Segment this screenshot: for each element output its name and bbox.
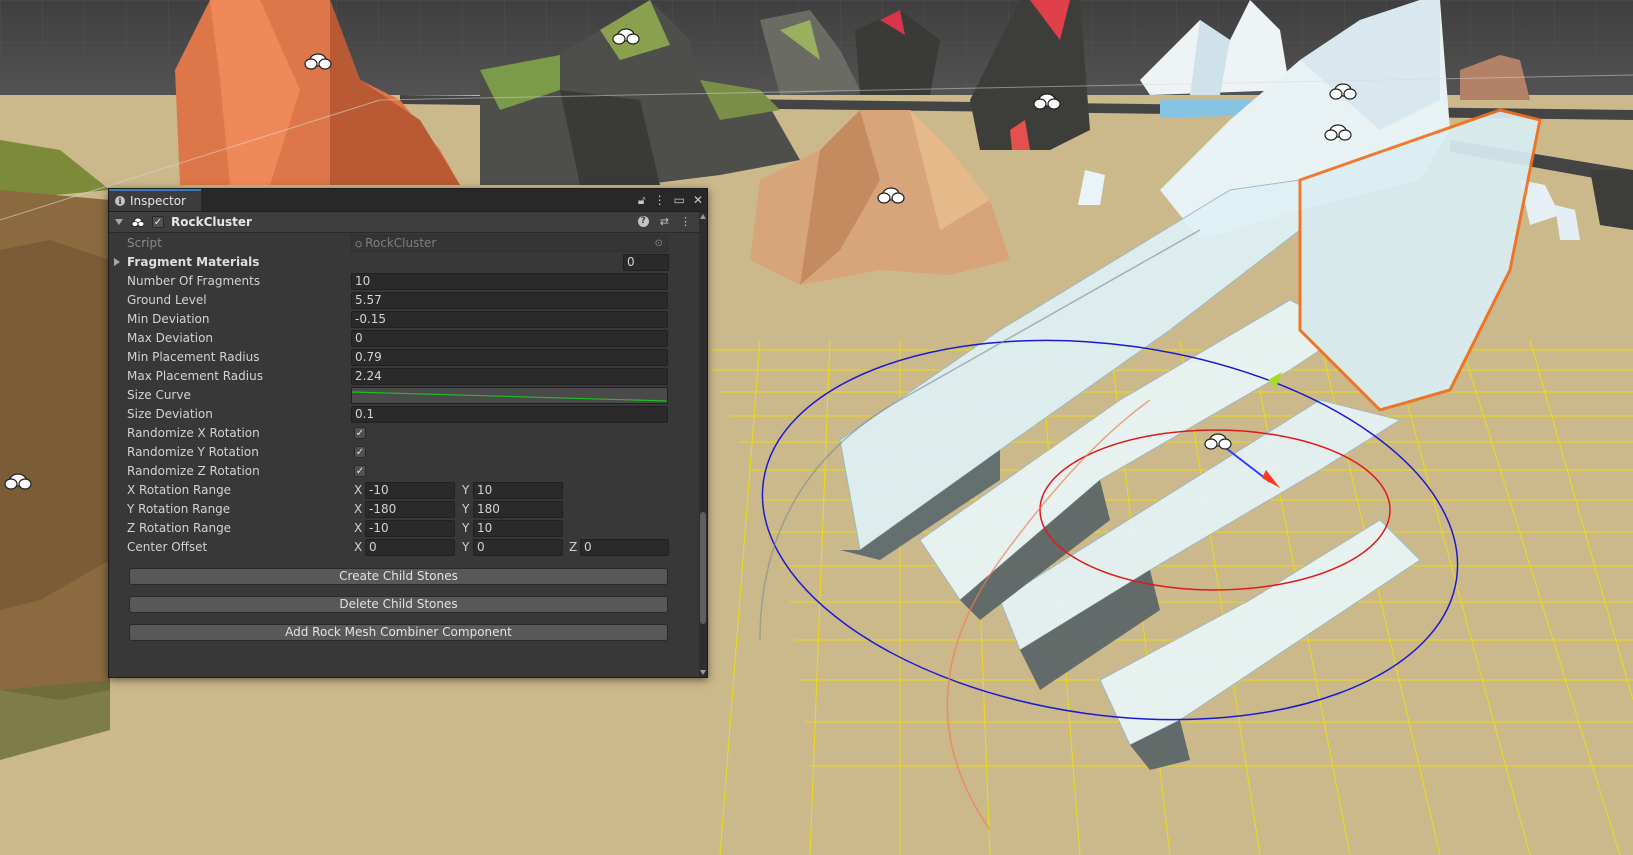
y-axis-label: Y [462,483,470,497]
rock-cluster-component-icon [131,217,145,227]
randomize-z-label: Randomize Z Rotation [127,464,260,478]
object-picker-icon[interactable]: ⊙ [655,236,663,251]
x-rotation-max-field[interactable]: 10 [473,482,563,499]
min-placement-radius-field[interactable]: 0.79 [351,349,668,366]
tab-inspector[interactable]: i Inspector [109,189,201,211]
foldout-arrow-icon[interactable] [115,219,123,225]
z-rotation-min-field[interactable]: -10 [365,520,455,537]
y-axis-label: Y [462,521,470,535]
create-child-stones-button[interactable]: Create Child Stones [129,568,668,585]
max-deviation-label: Max Deviation [127,331,214,345]
ground-level-label: Ground Level [127,293,207,307]
size-deviation-label: Size Deviation [127,407,213,421]
number-of-fragments-field[interactable]: 10 [351,273,668,290]
x-axis-label: X [354,483,363,497]
y-rotation-max-field[interactable]: 180 [473,501,563,518]
row-number-of-fragments: Number Of Fragments 10 [109,272,699,291]
row-randomize-y: Randomize Y Rotation ✓ [109,443,699,462]
x-axis-label: X [354,521,363,535]
row-min-placement-radius: Min Placement Radius 0.79 [109,348,699,367]
number-of-fragments-label: Number Of Fragments [127,274,261,288]
size-curve-field[interactable] [351,387,668,404]
add-rock-mesh-combiner-button[interactable]: Add Rock Mesh Combiner Component [129,624,668,641]
row-max-placement-radius: Max Placement Radius 2.24 [109,367,699,386]
row-max-deviation: Max Deviation 0 [109,329,699,348]
inspector-panel: i Inspector 🔓︎ ⋮ ▭ ✕ ✓ RockCluster ? ⇄ ⋮… [108,188,708,678]
min-deviation-field[interactable]: -0.15 [351,311,668,328]
lock-icon[interactable]: 🔓︎ [638,192,646,208]
presets-icon[interactable]: ⇄ [660,214,669,230]
inspector-scrollbar[interactable] [699,212,707,677]
info-icon: i [115,196,125,206]
row-randomize-x: Randomize X Rotation ✓ [109,424,699,443]
script-field[interactable]: ⛭ RockCluster ⊙ [351,235,668,252]
max-placement-radius-label: Max Placement Radius [127,369,263,383]
row-center-offset: Center Offset X 0 Y 0 Z 0 [109,538,699,557]
size-curve-label: Size Curve [127,388,191,402]
inspector-titlebar: i Inspector 🔓︎ ⋮ ▭ ✕ [109,189,707,212]
scroll-up-icon[interactable] [700,214,706,219]
component-menu-icon[interactable]: ⋮ [680,214,691,230]
randomize-z-checkbox[interactable]: ✓ [354,465,366,477]
row-z-rotation-range: Z Rotation Range X -10 Y 10 [109,519,699,538]
size-curve-line [352,391,667,402]
row-script: Script ⛭ RockCluster ⊙ [109,234,699,253]
z-rotation-range-label: Z Rotation Range [127,521,232,535]
row-fragment-materials[interactable]: Fragment Materials 0 [109,253,699,272]
component-header-icons: ? ⇄ ⋮ [637,214,691,230]
script-value: RockCluster [365,236,437,250]
script-label: Script [127,236,162,250]
min-deviation-label: Min Deviation [127,312,210,326]
scroll-down-icon[interactable] [700,670,706,675]
x-axis-label: X [354,502,363,516]
center-offset-y-field[interactable]: 0 [473,539,563,556]
center-offset-label: Center Offset [127,540,208,554]
scrollbar-thumb[interactable] [700,512,706,624]
fragment-materials-size-field[interactable]: 0 [623,254,669,271]
size-deviation-field[interactable]: 0.1 [351,406,668,423]
window-controls: 🔓︎ ⋮ ▭ ✕ [638,192,703,208]
randomize-y-checkbox[interactable]: ✓ [354,446,366,458]
z-rotation-max-field[interactable]: 10 [473,520,563,537]
row-randomize-z: Randomize Z Rotation ✓ [109,462,699,481]
more-menu-icon[interactable]: ⋮ [654,192,666,208]
randomize-x-label: Randomize X Rotation [127,426,260,440]
component-title: RockCluster [171,215,252,229]
row-min-deviation: Min Deviation -0.15 [109,310,699,329]
maximize-icon[interactable]: ▭ [674,192,685,208]
row-size-curve: Size Curve [109,386,699,405]
max-deviation-field[interactable]: 0 [351,330,668,347]
help-icon[interactable]: ? [637,216,649,227]
y-rotation-min-field[interactable]: -180 [365,501,455,518]
x-axis-label: X [354,540,363,554]
z-axis-label: Z [569,540,578,554]
x-rotation-range-label: X Rotation Range [127,483,232,497]
randomize-x-checkbox[interactable]: ✓ [354,427,366,439]
min-placement-radius-label: Min Placement Radius [127,350,260,364]
script-file-icon: ⛭ [355,240,366,250]
foldout-arrow-icon[interactable] [114,258,120,266]
ground-level-field[interactable]: 5.57 [351,292,668,309]
component-enabled-checkbox[interactable]: ✓ [152,216,164,228]
center-offset-z-field[interactable]: 0 [580,539,669,556]
row-size-deviation: Size Deviation 0.1 [109,405,699,424]
delete-child-stones-button[interactable]: Delete Child Stones [129,596,668,613]
tab-label: Inspector [130,194,186,208]
row-ground-level: Ground Level 5.57 [109,291,699,310]
y-axis-label: Y [462,540,470,554]
center-offset-x-field[interactable]: 0 [365,539,455,556]
y-axis-label: Y [462,502,470,516]
randomize-y-label: Randomize Y Rotation [127,445,259,459]
y-rotation-range-label: Y Rotation Range [127,502,231,516]
component-header[interactable]: ✓ RockCluster ? ⇄ ⋮ [109,212,699,233]
max-placement-radius-field[interactable]: 2.24 [351,368,668,385]
row-y-rotation-range: Y Rotation Range X -180 Y 180 [109,500,699,519]
fragment-materials-label: Fragment Materials [127,255,260,269]
row-x-rotation-range: X Rotation Range X -10 Y 10 [109,481,699,500]
close-icon[interactable]: ✕ [693,192,703,208]
x-rotation-min-field[interactable]: -10 [365,482,455,499]
